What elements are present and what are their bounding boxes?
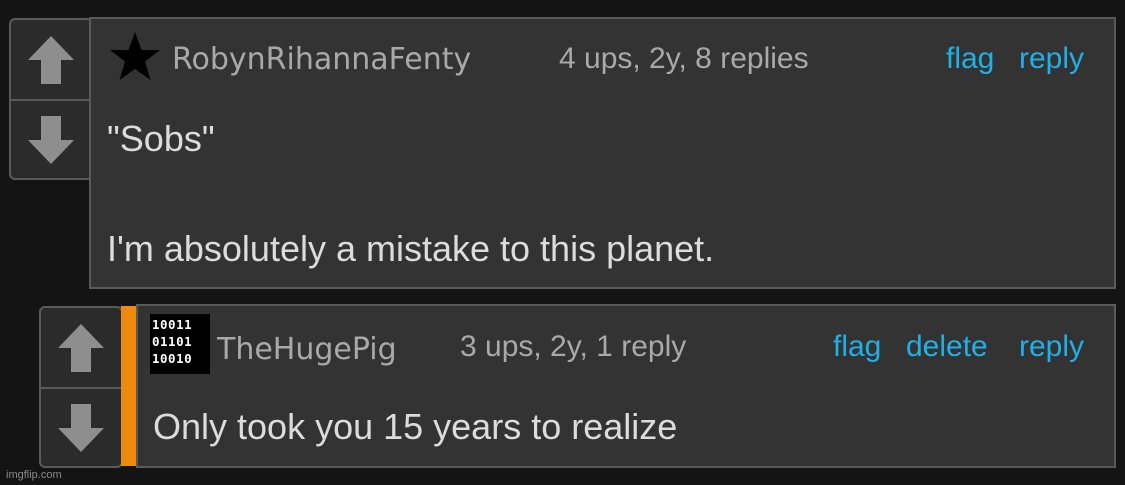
comment-text-line-2: I'm absolutely a mistake to this planet. [107,228,715,269]
reply-link[interactable]: reply [1019,330,1084,364]
comment-box: 10011 01101 10010 TheHugePig 3 ups, 2y, … [136,304,1116,468]
username-link[interactable]: TheHugePig [217,332,397,367]
username-link[interactable]: RobynRihannaFenty [172,42,471,77]
comment-box: RobynRihannaFenty 4 ups, 2y, 8 replies f… [89,17,1116,289]
comment-text: Only took you 15 years to realize [153,406,678,447]
vote-panel [39,306,123,468]
upvote-button[interactable] [11,20,91,99]
binary-avatar-icon: 10011 01101 10010 [150,314,210,374]
comment-meta: 4 ups, 2y, 8 replies [559,42,809,75]
watermark: imgflip.com [6,469,62,481]
star-icon [110,32,160,80]
comment-text-line-1: "Sobs" [107,118,215,159]
arrow-up-icon [28,35,74,84]
upvote-button[interactable] [41,308,121,387]
downvote-button[interactable] [11,101,91,179]
flag-link[interactable]: flag [946,42,994,76]
arrow-up-icon [58,323,104,372]
vote-panel [9,18,93,180]
downvote-button[interactable] [41,389,121,467]
flag-link[interactable]: flag [833,330,881,364]
reply-link[interactable]: reply [1019,42,1084,76]
arrow-down-icon [58,404,104,452]
arrow-down-icon [28,116,74,164]
delete-link[interactable]: delete [906,330,988,364]
comment-meta: 3 ups, 2y, 1 reply [460,330,687,363]
